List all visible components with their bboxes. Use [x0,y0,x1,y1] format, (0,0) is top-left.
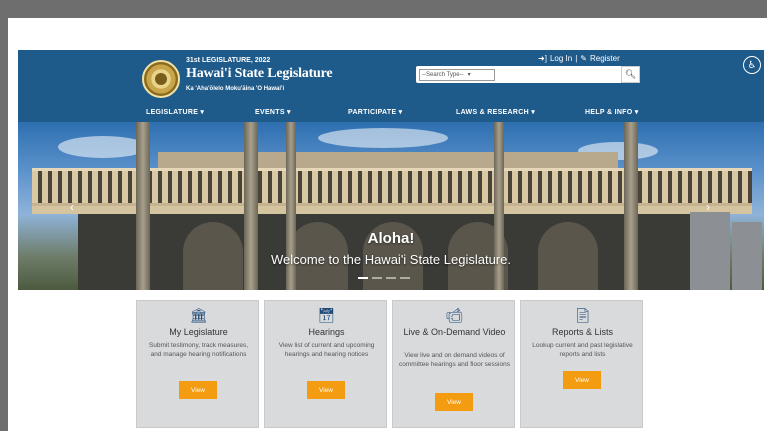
document-icon: 📄︎ [573,307,592,323]
search-type-select[interactable]: --Search Type-- ▾ [419,68,495,81]
edit-icon: ✎ [580,54,587,63]
hero-carousel: ‹ › Aloha! Welcome to the Hawai'i State … [18,122,764,290]
carousel-dot[interactable] [372,277,382,279]
nav-participate[interactable]: PARTICIPATE ▾ [348,108,402,116]
city-tower [690,212,730,290]
session-label: 31st LEGISLATURE, 2022 [186,57,271,64]
search-button[interactable]: 🔍︎ [621,66,640,83]
view-button[interactable]: View [435,393,473,411]
auth-links: ➜] Log In | ✎ Register [538,54,620,63]
site-title[interactable]: Hawai'i State Legislature [186,66,333,82]
main-nav: LEGISLATURE ▾ EVENTS ▾ PARTICIPATE ▾ LAW… [18,106,764,122]
card-description: View live and on demand videos of commit… [399,352,510,368]
card-title: My Legislature [169,327,228,337]
card-hearings: 📅︎ Hearings View list of current and upc… [264,300,387,428]
search-bar: --Search Type-- ▾ [416,66,638,83]
card-title: Live & On-Demand Video [403,327,506,337]
carousel-prev-icon[interactable]: ‹ [70,200,74,214]
search-icon: 🔍︎ [624,69,637,79]
site-motto: Ka 'Aha'ōlelo Moku'āina 'O Hawai'i [186,86,285,92]
carousel-dot[interactable] [386,277,396,279]
register-link[interactable]: Register [590,54,620,63]
nav-legislature[interactable]: LEGISLATURE ▾ [146,108,204,116]
view-button[interactable]: View [179,381,217,399]
browser-frame: 31st LEGISLATURE, 2022 Hawai'i State Leg… [8,18,767,431]
card-description: View list of current and upcoming hearin… [278,342,375,358]
card-title: Reports & Lists [551,327,614,337]
nav-laws-research[interactable]: LAWS & RESEARCH ▾ [456,108,535,116]
calendar-icon: 📅︎ [317,307,336,323]
carousel-dot[interactable] [358,277,368,279]
cloud [318,128,448,148]
legislature-site: 31st LEGISLATURE, 2022 Hawai'i State Leg… [18,50,764,431]
card-description: Lookup current and past legislative repo… [532,342,633,358]
login-icon: ➜] [538,54,547,63]
nav-events[interactable]: EVENTS ▾ [255,108,291,116]
search-input[interactable] [495,66,638,83]
building-icon: 🏛︎ [189,307,208,323]
cloud [58,136,148,158]
site-header: 31st LEGISLATURE, 2022 Hawai'i State Leg… [18,50,764,122]
card-description: Submit testimony, track measures, and ma… [148,342,249,358]
card-reports-lists: 📄︎ Reports & Lists Lookup current and pa… [520,300,643,428]
accessibility-button[interactable]: ♿︎ [743,56,761,74]
login-link[interactable]: Log In [550,54,572,63]
card-title: Hearings [308,327,345,337]
hero-title: Aloha! [367,230,415,247]
view-button[interactable]: View [307,381,345,399]
carousel-indicators [358,277,410,279]
chevron-down-icon: ▾ [467,72,471,78]
auth-separator: | [575,54,578,63]
state-seal-logo[interactable] [142,60,180,98]
card-live-video: 📹︎ Live & On-Demand Video View live and … [392,300,515,428]
nav-help-info[interactable]: HELP & INFO ▾ [585,108,639,116]
carousel-next-icon[interactable]: › [706,200,710,214]
carousel-dot[interactable] [400,277,410,279]
card-my-legislature: 🏛︎ My Legislature Submit testimony, trac… [136,300,259,428]
hero-subtitle: Welcome to the Hawai'i State Legislature… [271,252,511,267]
video-camera-icon: 📹︎ [445,307,464,323]
search-type-label: --Search Type-- [422,71,464,78]
accessibility-icon: ♿︎ [747,59,757,71]
view-button[interactable]: View [563,371,601,389]
